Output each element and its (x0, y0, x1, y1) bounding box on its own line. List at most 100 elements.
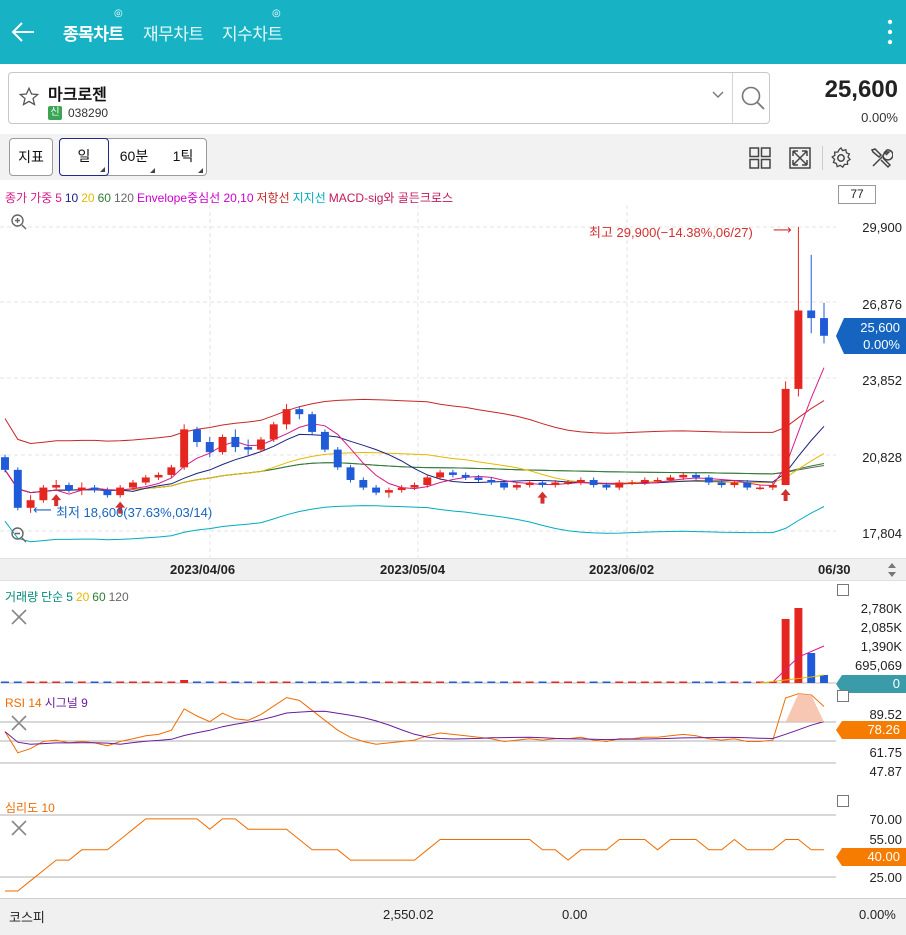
period-60min-button[interactable]: 60분 (110, 138, 158, 176)
period-day-label: 일 (77, 148, 91, 164)
candle-body (704, 477, 713, 483)
candle-body (730, 482, 739, 486)
tab-financial-chart[interactable]: 재무차트 (143, 20, 204, 45)
volume-bar (500, 681, 509, 683)
candle-body (756, 487, 764, 490)
candle-body (372, 487, 381, 493)
volume-bar (333, 681, 342, 683)
candle-body (39, 487, 48, 501)
title-part: 저항선 (256, 191, 290, 205)
psychology-line (5, 818, 824, 892)
index-value: 2,550.02 (383, 907, 434, 922)
rsi-chart[interactable] (0, 690, 836, 790)
grid-layout-icon[interactable] (748, 146, 772, 170)
psychology-axis-label: 55.00 (869, 832, 902, 847)
candle-body (551, 482, 560, 486)
candle-body (679, 474, 688, 478)
candle-body (346, 467, 355, 480)
zoom-in-icon[interactable] (10, 213, 28, 231)
psychology-chart[interactable] (0, 795, 836, 898)
volume-bar (781, 619, 790, 683)
candle-body (717, 482, 726, 486)
candle-body (116, 487, 125, 496)
sort-arrows-icon[interactable] (885, 561, 899, 579)
panel-menu-icon[interactable] (837, 584, 849, 596)
candle-body (384, 490, 393, 493)
golden-cross-arrow (780, 489, 791, 502)
candle-body (436, 472, 445, 478)
period-day-button[interactable]: 일 (59, 138, 109, 176)
candle-body (231, 436, 240, 448)
star-icon[interactable] (18, 86, 40, 108)
tab-stock-chart[interactable]: 종목차트 (63, 20, 124, 45)
volume-bar (692, 681, 700, 683)
volume-bar (397, 681, 406, 683)
tools-icon[interactable] (869, 146, 893, 170)
volume-bar (538, 681, 547, 683)
candle-body (768, 485, 777, 488)
volume-bar (256, 681, 265, 683)
candle-body (103, 490, 112, 496)
gear-icon[interactable] (829, 146, 853, 170)
candle-body (640, 479, 649, 483)
volume-bar (628, 681, 637, 683)
candle-body (820, 318, 828, 336)
candle-body (65, 485, 73, 491)
tab-index-chart[interactable]: 지수차트 (222, 20, 283, 45)
candle-body (525, 482, 534, 486)
volume-bar (346, 681, 355, 683)
title-part: 60 (97, 191, 111, 205)
candle-body (628, 482, 637, 485)
volume-bar (231, 681, 240, 683)
title-part: 120 (113, 191, 134, 205)
candle-body (1, 457, 9, 470)
volume-bar (666, 681, 675, 683)
candle-body (154, 474, 163, 478)
zoom-out-icon[interactable] (10, 526, 28, 544)
candle-body (474, 477, 483, 480)
volume-chart[interactable] (0, 582, 836, 688)
volume-bar (615, 681, 624, 683)
corner-triangle-icon (198, 168, 203, 173)
title-part: 가중 (30, 191, 53, 205)
volume-bar (52, 681, 61, 683)
candle-body (282, 409, 291, 425)
candle-body (538, 482, 547, 486)
volume-bar (103, 681, 112, 683)
volume-bar (794, 608, 803, 683)
candle-body (397, 487, 406, 491)
panel-menu-icon[interactable] (837, 795, 849, 807)
candle-body (218, 436, 227, 453)
price-axis-label: 20,828 (862, 450, 902, 465)
rsi-tag-value: 78.26 (867, 722, 900, 737)
volume-bar (308, 681, 317, 683)
price-axis-label: 29,900 (862, 220, 902, 235)
chevron-down-icon[interactable] (711, 90, 725, 100)
volume-bar (26, 681, 35, 683)
volume-bar (192, 681, 201, 683)
candle-body (487, 479, 496, 483)
back-arrow-icon[interactable] (8, 14, 40, 50)
more-vertical-icon[interactable] (880, 16, 900, 48)
candle-body (564, 482, 573, 485)
volume-bar (320, 681, 329, 683)
search-icon[interactable] (737, 82, 769, 114)
date-axis (0, 558, 906, 581)
index-ticker-bar[interactable] (0, 898, 906, 935)
indicator-button[interactable]: 지표 (9, 138, 53, 176)
fullscreen-icon[interactable] (788, 146, 812, 170)
index-name: 코스피 (9, 910, 45, 925)
panel-menu-icon[interactable] (837, 690, 849, 702)
volume-bar (384, 681, 393, 683)
title-part: 10 (64, 191, 79, 205)
stock-search-box[interactable] (8, 72, 770, 124)
volume-bar (423, 681, 432, 683)
volume-bar (461, 681, 470, 683)
period-1tick-button[interactable]: 1틱 (160, 138, 206, 176)
toolbar-separator (822, 146, 823, 170)
candle-count-box[interactable]: 77 (838, 185, 876, 204)
index-change-rate: 0.00% (859, 907, 896, 922)
title-part: MACD-sig와 골든크로스 (328, 191, 454, 205)
rsi-line (4, 693, 825, 754)
candle-body (576, 479, 585, 483)
